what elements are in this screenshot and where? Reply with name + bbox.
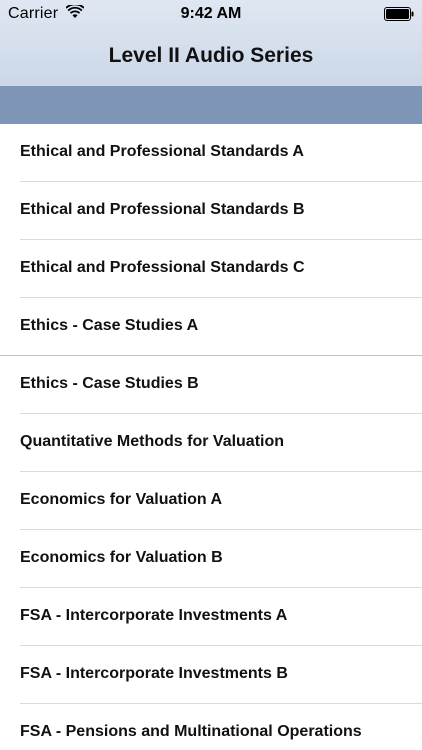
status-time: 9:42 AM xyxy=(180,5,242,22)
list-item-label: Ethics - Case Studies B xyxy=(20,375,199,392)
page-title: Level II Audio Series xyxy=(108,44,314,67)
list-item-label: Ethical and Professional Standards C xyxy=(20,259,305,276)
list-item[interactable]: Ethical and Professional Standards B xyxy=(0,182,422,240)
app-screen: Carrier 9:42 AM Level II Audio Series Et… xyxy=(0,0,422,750)
list-item[interactable]: Quantitative Methods for Valuation xyxy=(0,414,422,472)
list-item-label: Ethical and Professional Standards A xyxy=(20,143,304,160)
list-item[interactable]: Ethics - Case Studies A xyxy=(0,298,422,356)
top-bar: Carrier 9:42 AM Level II Audio Series xyxy=(0,0,422,86)
list-item-label: Ethics - Case Studies A xyxy=(20,317,199,334)
list-item-label: Ethical and Professional Standards B xyxy=(20,201,305,218)
list-item[interactable]: FSA - Pensions and Multinational Operati… xyxy=(0,704,422,750)
audio-list: Ethical and Professional Standards A Eth… xyxy=(0,124,422,750)
list-item-label: Economics for Valuation A xyxy=(20,491,223,508)
list-item[interactable]: Ethical and Professional Standards A xyxy=(0,124,422,182)
list-item[interactable]: Ethics - Case Studies B xyxy=(0,356,422,414)
list-item[interactable]: Ethical and Professional Standards C xyxy=(0,240,422,298)
list-item[interactable]: FSA - Intercorporate Investments B xyxy=(0,646,422,704)
list-item-label: Quantitative Methods for Valuation xyxy=(20,433,285,450)
list-item-label: FSA - Intercorporate Investments A xyxy=(20,607,288,624)
header-band xyxy=(0,86,422,124)
list-item[interactable]: Economics for Valuation B xyxy=(0,530,422,588)
list-item-label: FSA - Intercorporate Investments B xyxy=(20,665,288,682)
list-item[interactable]: FSA - Intercorporate Investments A xyxy=(0,588,422,646)
list-item-label: Economics for Valuation B xyxy=(20,549,223,566)
battery-icon xyxy=(384,7,414,21)
status-bar: Carrier 9:42 AM xyxy=(0,0,422,28)
list-item-label: FSA - Pensions and Multinational Operati… xyxy=(20,723,362,740)
list-item[interactable]: Economics for Valuation A xyxy=(0,472,422,530)
